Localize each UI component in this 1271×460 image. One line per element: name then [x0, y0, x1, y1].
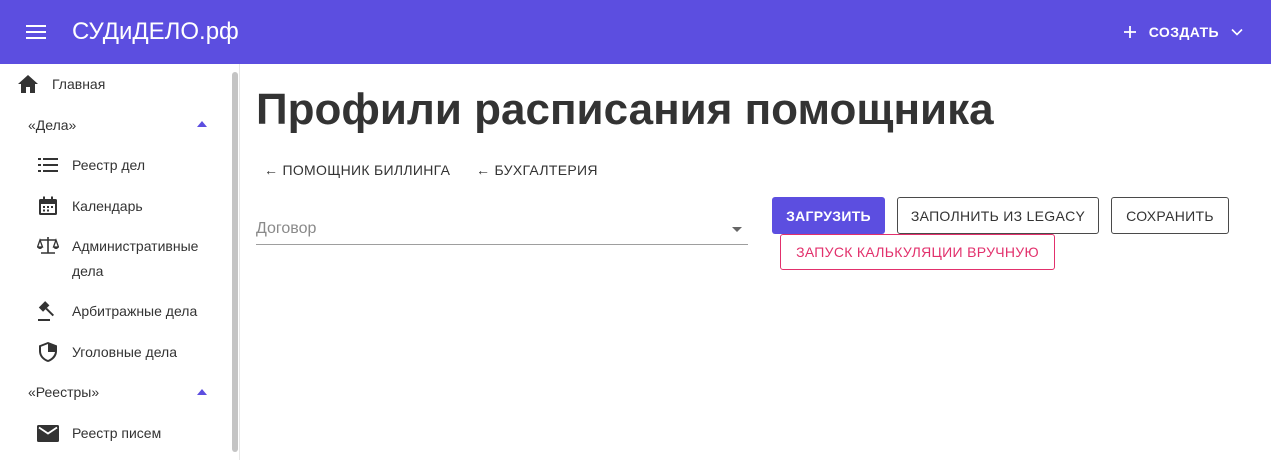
gavel-icon	[36, 299, 60, 323]
sidebar: Главная «Дела» Реестр дел Календарь Адми…	[0, 64, 240, 460]
calendar-icon	[36, 194, 60, 218]
sidebar-item-mail-registry[interactable]: Реестр писем	[0, 421, 230, 445]
manual-calculation-button[interactable]: ЗАПУСК КАЛЬКУЛЯЦИИ ВРУЧНУЮ	[780, 234, 1055, 270]
create-button[interactable]: СОЗДАТЬ	[1123, 20, 1243, 44]
sidebar-item-criminal[interactable]: Уголовные дела	[0, 340, 230, 364]
section-title: «Реестры»	[28, 384, 100, 400]
sidebar-item-calendar[interactable]: Календарь	[0, 194, 230, 218]
contract-select-placeholder: Договор	[256, 220, 317, 237]
sidebar-item-label: Реестр писем	[72, 425, 162, 441]
page-title: Профили расписания помощника	[256, 85, 994, 134]
sidebar-item-label-line2: дела	[72, 263, 104, 279]
plus-icon	[1123, 26, 1136, 38]
sidebar-item-label: Реестр дел	[72, 157, 146, 173]
app-bar: СУДиДЕЛО.рф СОЗДАТЬ	[0, 0, 1271, 64]
sidebar-item-label: Уголовные дела	[72, 344, 178, 360]
sidebar-item-case-registry[interactable]: Реестр дел	[0, 153, 230, 177]
section-title: «Дела»	[28, 117, 77, 133]
save-button[interactable]: СОХРАНИТЬ	[1111, 197, 1229, 234]
back-to-billing-assistant-link[interactable]: ← ПОМОЩНИК БИЛЛИНГА	[264, 162, 450, 178]
contract-select[interactable]: Договор	[256, 214, 748, 245]
sidebar-item-arbitration[interactable]: Арбитражные дела	[0, 299, 230, 323]
app-title[interactable]: СУДиДЕЛО.рф	[72, 18, 239, 46]
dropdown-arrow-icon	[732, 227, 742, 232]
mail-icon	[36, 421, 60, 445]
sidebar-item-home[interactable]: Главная	[0, 72, 230, 96]
chevron-down-icon	[1231, 28, 1243, 36]
sidebar-scrollbar[interactable]	[232, 72, 238, 452]
sidebar-section-cases[interactable]: «Дела»	[28, 117, 76, 133]
scales-icon	[36, 234, 60, 258]
sidebar-section-registries[interactable]: «Реестры»	[28, 384, 99, 400]
load-button[interactable]: ЗАГРУЗИТЬ	[772, 197, 885, 234]
fill-from-legacy-button[interactable]: ЗАПОЛНИТЬ ИЗ LEGACY	[897, 197, 1099, 234]
sidebar-item-label: Административные	[72, 238, 199, 254]
menu-icon[interactable]	[26, 25, 46, 39]
home-icon	[16, 72, 40, 96]
collapse-icon[interactable]	[197, 121, 207, 127]
create-button-label: СОЗДАТЬ	[1148, 24, 1219, 40]
shield-icon	[36, 340, 60, 364]
back-to-accounting-link[interactable]: ← БУХГАЛТЕРИЯ	[476, 162, 598, 178]
sidebar-item-label: Арбитражные дела	[72, 303, 198, 319]
sidebar-item-administrative[interactable]: Административные дела	[0, 234, 230, 284]
collapse-icon[interactable]	[197, 389, 207, 395]
list-icon	[36, 153, 60, 177]
sidebar-item-label: Главная	[52, 76, 106, 92]
sidebar-item-label: Календарь	[72, 198, 143, 214]
